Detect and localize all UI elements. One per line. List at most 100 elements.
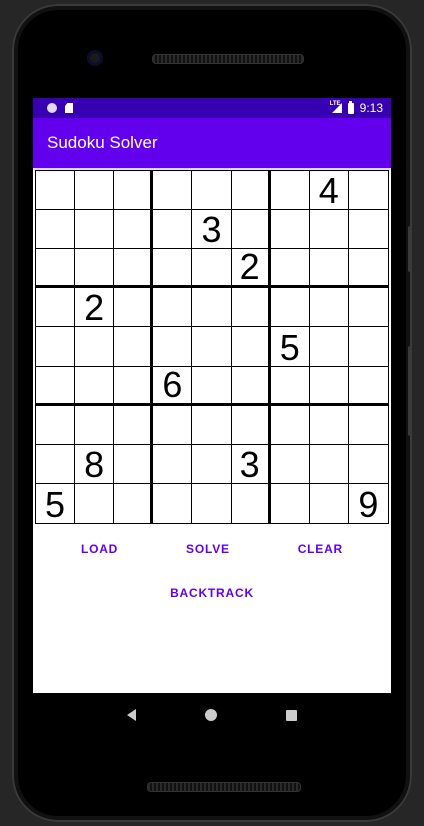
sudoku-cell[interactable] (192, 327, 232, 367)
load-button[interactable]: LOAD (71, 536, 128, 562)
sudoku-cell[interactable] (348, 367, 388, 406)
sudoku-cell[interactable] (270, 210, 310, 250)
sudoku-cell[interactable] (114, 288, 154, 328)
status-bar: LTE 9:13 (33, 98, 391, 118)
sudoku-cell[interactable] (192, 405, 232, 445)
home-icon[interactable] (204, 709, 217, 721)
sudoku-cell[interactable] (75, 405, 115, 445)
sudoku-cell[interactable] (114, 444, 154, 484)
sudoku-cell[interactable] (36, 171, 76, 211)
sudoku-cell[interactable] (348, 327, 388, 367)
sudoku-cell[interactable] (153, 444, 193, 484)
sudoku-cell[interactable] (75, 327, 115, 367)
sudoku-cell[interactable] (270, 288, 310, 328)
sudoku-cell[interactable] (309, 366, 349, 406)
sudoku-cell[interactable] (309, 327, 349, 367)
sudoku-cell[interactable] (114, 366, 154, 406)
sudoku-cell[interactable] (153, 288, 193, 328)
sudoku-cell[interactable] (192, 249, 232, 289)
network-label: LTE (329, 101, 341, 107)
sudoku-cell[interactable]: 3 (231, 444, 271, 484)
sudoku-cell[interactable] (36, 444, 76, 484)
recents-icon[interactable] (285, 709, 297, 721)
sudoku-cell[interactable]: 3 (192, 210, 232, 250)
sudoku-cell[interactable] (114, 249, 154, 289)
front-camera (87, 50, 103, 66)
sudoku-cell[interactable] (36, 327, 76, 367)
sudoku-cell[interactable] (153, 405, 193, 445)
sudoku-cell[interactable]: 8 (75, 444, 115, 484)
sudoku-cell[interactable] (231, 210, 271, 250)
app-bar: Sudoku Solver (33, 118, 391, 168)
sudoku-cell[interactable] (192, 444, 232, 484)
sudoku-cell[interactable] (153, 210, 193, 250)
sudoku-cell[interactable] (36, 366, 76, 406)
sudoku-cell[interactable] (75, 249, 115, 289)
sudoku-cell[interactable] (114, 327, 154, 367)
sudoku-cell[interactable] (231, 366, 271, 406)
sudoku-cell[interactable] (153, 171, 193, 211)
bottom-speaker (147, 782, 301, 792)
backtrack-button[interactable]: BACKTRACK (160, 580, 264, 606)
sudoku-cell[interactable] (348, 445, 388, 484)
sudoku-cell[interactable] (309, 288, 349, 328)
app-title: Sudoku Solver (47, 133, 158, 152)
status-time: 9:13 (359, 101, 383, 115)
sudoku-cell[interactable]: 5 (270, 327, 310, 367)
sudoku-cell[interactable]: 9 (349, 484, 388, 523)
sudoku-cell[interactable]: 6 (153, 366, 193, 406)
sudoku-cell[interactable] (231, 405, 271, 445)
sudoku-cell[interactable] (114, 210, 154, 250)
back-icon[interactable] (127, 709, 137, 721)
side-button-volume (408, 346, 412, 436)
sudoku-cell[interactable] (114, 171, 154, 211)
action-buttons: LOAD SOLVE CLEAR (33, 536, 391, 562)
sudoku-cell[interactable] (36, 288, 76, 328)
sudoku-cell[interactable]: 2 (231, 249, 271, 289)
sudoku-cell[interactable] (232, 483, 271, 523)
sudoku-cell[interactable] (192, 171, 232, 211)
sudoku-cell[interactable] (348, 288, 388, 328)
sudoku-cell[interactable] (270, 444, 310, 484)
sudoku-cell[interactable] (153, 249, 193, 289)
sudoku-cell[interactable] (75, 171, 115, 211)
sudoku-cell[interactable] (192, 366, 232, 406)
sudoku-cell[interactable] (310, 483, 349, 523)
sudoku-cell[interactable] (348, 249, 388, 289)
sudoku-cell[interactable] (192, 288, 232, 328)
sudoku-cell[interactable] (309, 405, 349, 445)
sudoku-cell[interactable] (309, 210, 349, 250)
sudoku-cell[interactable] (75, 210, 115, 250)
sudoku-cell[interactable] (75, 366, 115, 406)
sudoku-cell[interactable] (309, 249, 349, 289)
sudoku-cell[interactable] (270, 405, 310, 445)
clear-button[interactable]: CLEAR (288, 536, 353, 562)
sudoku-cell[interactable] (348, 210, 388, 250)
sudoku-cell[interactable] (114, 483, 154, 523)
sudoku-cell[interactable] (271, 483, 310, 523)
sudoku-cell[interactable] (153, 483, 193, 523)
sudoku-cell[interactable] (270, 366, 310, 406)
notification-icon (47, 103, 57, 113)
sudoku-cell[interactable] (231, 288, 271, 328)
navigation-bar (33, 693, 391, 737)
sudoku-cell[interactable] (36, 210, 76, 250)
sudoku-cell[interactable]: 4 (309, 171, 349, 211)
sudoku-cell[interactable] (36, 249, 76, 289)
signal-icon: LTE (329, 101, 342, 113)
sudoku-cell[interactable]: 2 (75, 288, 115, 328)
sudoku-cell[interactable] (36, 405, 76, 445)
sudoku-cell[interactable] (192, 483, 232, 523)
sudoku-cell[interactable] (231, 327, 271, 367)
sudoku-cell[interactable] (270, 171, 310, 211)
sudoku-cell[interactable] (348, 171, 388, 211)
sudoku-cell[interactable] (309, 444, 349, 484)
sudoku-cell[interactable] (270, 249, 310, 289)
sudoku-cell[interactable] (153, 327, 193, 367)
solve-button[interactable]: SOLVE (176, 536, 240, 562)
sudoku-cell[interactable] (114, 405, 154, 445)
sudoku-cell[interactable]: 5 (36, 483, 76, 523)
sudoku-cell[interactable] (75, 483, 115, 523)
sudoku-cell[interactable] (348, 406, 388, 445)
sudoku-cell[interactable] (231, 171, 271, 211)
